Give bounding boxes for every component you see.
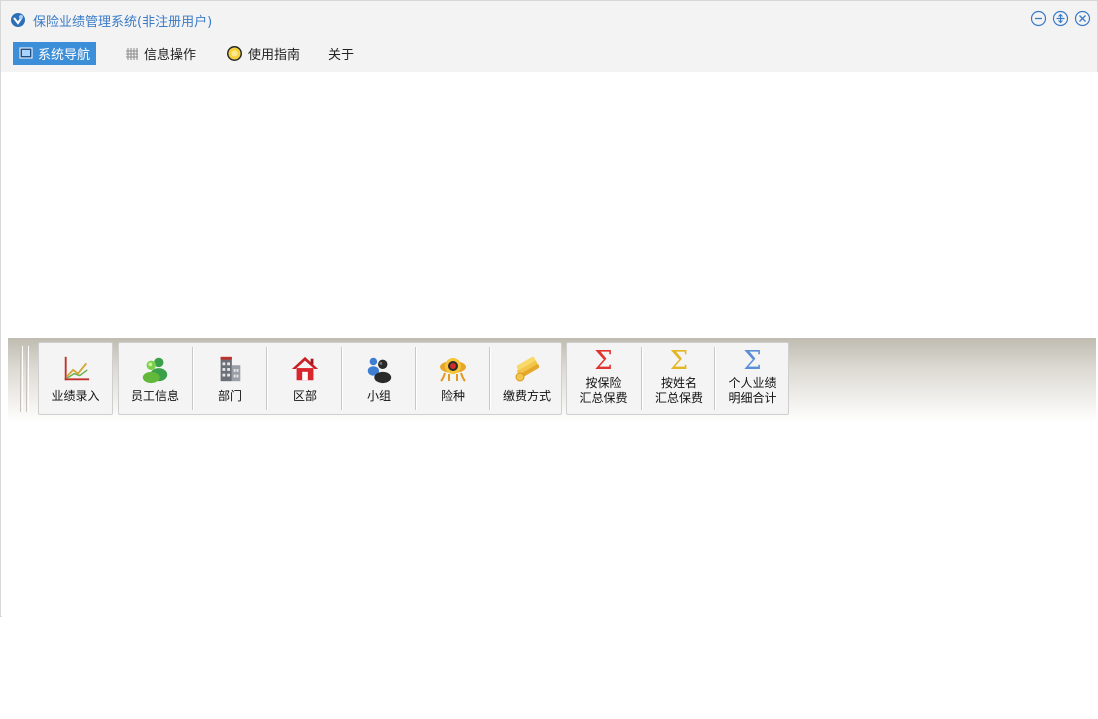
toolbar-separator	[489, 347, 491, 410]
title-bar[interactable]: 保险业绩管理系统(非注册用户)	[1, 1, 1097, 39]
button-label: 明细合计	[728, 391, 777, 405]
button-label: 业绩录入	[51, 389, 100, 403]
button-label: 汇总保费	[579, 391, 628, 405]
app-window: 保险业绩管理系统(非注册用户) 系统导航 信息操作 使用指南 关于 业绩录入 员…	[0, 0, 1098, 617]
button-label: 小组	[366, 389, 391, 403]
toolbar-separator	[266, 347, 268, 410]
button-label: 险种	[440, 389, 465, 403]
app-logo-icon	[10, 12, 26, 28]
button-label: 个人业绩	[728, 376, 777, 390]
toolbar-separator	[415, 347, 417, 410]
toolbar-separator	[341, 347, 343, 410]
sigma-yellow-icon: Σ	[669, 346, 689, 376]
sigma-blue-icon: Σ	[743, 346, 762, 376]
help-bulb-icon	[226, 45, 243, 62]
home-icon	[289, 353, 321, 385]
line-chart-icon	[60, 353, 92, 385]
menu-info-ops[interactable]: 信息操作	[119, 42, 202, 65]
personal-detail-total-button[interactable]: Σ 个人业绩 明细合计	[717, 343, 788, 414]
sum-by-insurance-button[interactable]: Σ 按保险 汇总保费	[567, 343, 640, 414]
menu-label: 关于	[328, 48, 355, 63]
building-icon	[214, 353, 246, 385]
toolbar-separator	[192, 347, 194, 410]
button-label: 按姓名	[660, 376, 697, 390]
close-icon[interactable]	[1074, 10, 1091, 27]
sigma-red-icon: Σ	[594, 346, 613, 376]
menu-label: 系统导航	[38, 48, 91, 63]
navigation-toolbar: 业绩录入 员工信息 部门 区部 小组 险种 缴费方式 Σ 按保险 汇总保费 Σ …	[8, 338, 1096, 422]
menu-label: 使用指南	[248, 48, 301, 63]
team-button[interactable]: 小组	[344, 343, 414, 414]
toolbar-group-info: 员工信息 部门 区部 小组 险种 缴费方式	[118, 342, 562, 415]
sum-by-name-button[interactable]: Σ 按姓名 汇总保费	[644, 343, 714, 414]
window-title: 保险业绩管理系统(非注册用户)	[33, 15, 213, 30]
department-button[interactable]: 部门	[195, 343, 265, 414]
insurance-type-button[interactable]: 险种	[418, 343, 488, 414]
toolbar-group-summary: Σ 按保险 汇总保费 Σ 按姓名 汇总保费 Σ 个人业绩 明细合计	[566, 342, 789, 415]
menu-about[interactable]: 关于	[322, 42, 360, 65]
payment-method-button[interactable]: 缴费方式	[492, 343, 562, 414]
monitor-icon	[19, 47, 33, 61]
button-label: 员工信息	[130, 389, 179, 403]
menu-label: 信息操作	[144, 48, 197, 63]
button-label: 部门	[217, 389, 242, 403]
button-label: 缴费方式	[502, 389, 551, 403]
menu-system-nav[interactable]: 系统导航	[13, 42, 97, 65]
button-label: 按保险	[585, 376, 622, 390]
users-icon	[139, 353, 171, 385]
grid-icon	[125, 47, 139, 61]
menu-bar: 系统导航 信息操作 使用指南 关于	[1, 39, 1097, 72]
insurance-icon	[437, 353, 469, 385]
toolbar-group-entry: 业绩录入	[38, 342, 113, 415]
toolbar-grip[interactable]	[26, 346, 29, 412]
toolbar-separator	[714, 347, 716, 410]
button-label: 汇总保费	[654, 391, 703, 405]
button-label: 区部	[292, 389, 317, 403]
employee-info-button[interactable]: 员工信息	[119, 343, 191, 414]
group-icon	[363, 353, 395, 385]
toolbar-separator	[641, 347, 643, 410]
toolbar-grip[interactable]	[20, 346, 23, 412]
main-content: 业绩录入 员工信息 部门 区部 小组 险种 缴费方式 Σ 按保险 汇总保费 Σ …	[2, 72, 1098, 617]
district-button[interactable]: 区部	[269, 343, 341, 414]
performance-entry-button[interactable]: 业绩录入	[39, 343, 112, 414]
restore-icon[interactable]	[1052, 10, 1069, 27]
coins-icon	[511, 353, 543, 385]
minimize-icon[interactable]	[1030, 10, 1047, 27]
menu-user-guide[interactable]: 使用指南	[220, 42, 306, 65]
